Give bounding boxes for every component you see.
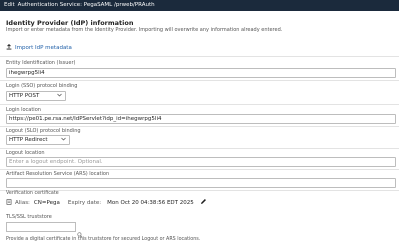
- chevron-down-icon: [61, 136, 66, 144]
- divider: [0, 148, 399, 149]
- ars-location-label: Artifact Resolution Service (ARS) locati…: [6, 171, 110, 177]
- verification-certificate-label: Verification certificate: [6, 191, 59, 196]
- divider: [0, 104, 399, 105]
- logout-binding-select[interactable]: HTTP Redirect: [6, 135, 70, 145]
- window-title-prefix: Edit: [4, 2, 15, 8]
- truststore-label: TLS/SSL truststore: [6, 214, 52, 220]
- logout-location-label: Logout location: [6, 150, 45, 156]
- chevron-down-icon: [57, 92, 62, 100]
- logout-binding-value: HTTP Redirect: [9, 137, 48, 143]
- divider: [0, 80, 399, 81]
- certificate-icon: [6, 198, 12, 207]
- truststore-note: Provide a digital certificate in this tr…: [6, 237, 201, 242]
- alias-value: CN=Pega: [33, 199, 60, 206]
- login-location-label: Login location: [6, 107, 41, 113]
- login-binding-label: Login (SSO) protocol binding: [6, 83, 78, 89]
- entity-id-field[interactable]: ihegwrpg5li4: [6, 68, 396, 78]
- login-location-field[interactable]: https://pe01.pe.rsa.net/IdPServlet?idp_i…: [6, 114, 396, 124]
- window-titlebar: Edit Authentication Service: PegaSAML /pr…: [0, 0, 399, 11]
- expiry-value: Mon Oct 20 04:38:56 EDT 2025: [107, 199, 194, 206]
- section-title: Identity Provider (IdP) information: [6, 19, 134, 27]
- section-description: Import or enter metadata from the Identi…: [6, 27, 283, 33]
- divider: [0, 56, 399, 57]
- window-title: Authentication Service: PegaSAML /prweb/…: [17, 2, 155, 8]
- divider: [0, 126, 399, 127]
- divider: [0, 169, 399, 170]
- truststore-field[interactable]: [6, 222, 76, 232]
- expiry-label: Expiry date:: [67, 199, 102, 206]
- logout-binding-label: Logout (SLO) protocol binding: [6, 128, 81, 134]
- import-idp-metadata-link[interactable]: Import IdP metadata: [6, 44, 72, 52]
- verification-certificate-row: Alias: CN=Pega Expiry date: Mon Oct 20 0…: [6, 198, 207, 207]
- entity-id-label: Entity Identification (Issuer): [6, 60, 76, 66]
- login-binding-value: HTTP POST: [9, 93, 40, 99]
- alias-label: Alias:: [15, 199, 30, 206]
- divider: [0, 190, 399, 191]
- logout-location-field[interactable]: Enter a logout endpoint. Optional.: [6, 157, 396, 167]
- pencil-icon[interactable]: [200, 198, 207, 207]
- ars-location-field[interactable]: [6, 178, 396, 188]
- import-idp-metadata-label: Import IdP metadata: [15, 45, 72, 51]
- upload-icon: [6, 44, 15, 52]
- login-binding-select[interactable]: HTTP POST: [6, 91, 66, 101]
